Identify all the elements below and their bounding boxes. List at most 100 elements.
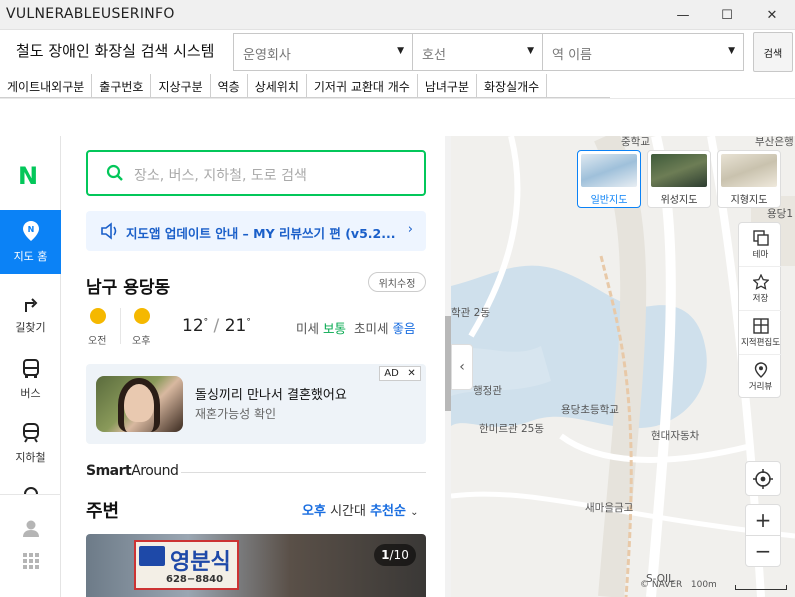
sidebar-item-map-home[interactable]: N 지도 홈 xyxy=(0,210,61,274)
tool-label: 거리뷰 xyxy=(748,382,773,392)
map-copyright: © NAVER 100m xyxy=(640,580,717,590)
cadastral-map-button[interactable]: 지적편집도 xyxy=(739,311,782,355)
user-icon[interactable] xyxy=(0,519,61,537)
naver-logo[interactable]: N xyxy=(18,162,38,190)
globe-icon[interactable] xyxy=(0,486,61,494)
app-title: 철도 장애인 화장실 검색 시스템 xyxy=(16,42,215,60)
sun-icon xyxy=(134,308,150,324)
map-type-terrain[interactable]: 지형지도 xyxy=(717,150,781,208)
theme-button[interactable]: 테마 xyxy=(739,223,782,267)
column-header[interactable]: 지상구분 xyxy=(151,74,211,98)
shop-sign-text: 영분식 xyxy=(170,550,231,575)
nearby-title: 주변 xyxy=(86,501,120,522)
search-button[interactable]: 검색 xyxy=(753,32,793,72)
results-area xyxy=(0,98,795,136)
tool-label: 지적편집도 xyxy=(740,337,781,348)
notice-text: 지도앱 업데이트 안내 – MY 리뷰쓰기 편 (v5.2... xyxy=(126,226,396,241)
dust-value: 보통 xyxy=(323,321,347,336)
nearby-photo[interactable]: 영분식 628−8840 1/10 xyxy=(86,534,426,597)
column-header[interactable]: 게이트내외구분 xyxy=(0,74,93,98)
crosshair-icon xyxy=(753,468,773,489)
station-select[interactable]: 역 이름 ▼ xyxy=(542,33,744,71)
am-label: 오전 xyxy=(88,336,107,347)
map-label: 한미르관 25동 xyxy=(479,423,544,435)
map-label: 부산은행 xyxy=(755,136,794,148)
dust-label: 미세 xyxy=(296,321,320,336)
my-location-button[interactable] xyxy=(745,461,781,496)
map-search-input[interactable]: 장소, 버스, 지하철, 도로 검색 xyxy=(86,150,426,196)
svg-text:N: N xyxy=(27,225,34,234)
minimize-button[interactable]: — xyxy=(660,0,706,30)
map-type-label: 지형지도 xyxy=(730,195,768,206)
column-header[interactable]: 역층 xyxy=(211,74,248,98)
save-button[interactable]: 저장 xyxy=(739,267,782,311)
fine-dust-label: 초미세 xyxy=(353,321,389,336)
station-placeholder: 역 이름 xyxy=(552,48,593,63)
section-divider xyxy=(181,472,426,473)
bus-icon xyxy=(22,359,39,378)
street-view-button[interactable]: 거리뷰 xyxy=(739,355,782,399)
degree-symbol: ° xyxy=(203,317,209,328)
edit-location-button[interactable]: 위치수정 xyxy=(368,272,426,292)
sidebar-item-label: 지도 홈 xyxy=(13,250,48,263)
operator-select[interactable]: 운영회사 ▼ xyxy=(233,33,413,71)
search-header: 철도 장애인 화장실 검색 시스템 운영회사 ▼ 호선 ▼ 역 이름 ▼ 검색 xyxy=(0,30,795,74)
nearby-time-filter[interactable]: 오후 시간대 추천순 ⌄ xyxy=(302,500,419,519)
photo-counter-total: /10 xyxy=(389,548,409,562)
line-placeholder: 호선 xyxy=(422,48,446,63)
subway-icon xyxy=(22,423,39,443)
temp-separator: / xyxy=(213,316,220,336)
map-tools: 테마 저장 지적편집도 거리뷰 xyxy=(738,222,782,399)
update-notice-banner[interactable]: 지도앱 업데이트 안내 – MY 리뷰쓰기 편 (v5.2... › xyxy=(86,211,426,251)
star-icon xyxy=(752,273,769,290)
scale-text: 100m xyxy=(690,580,717,590)
chevron-left-icon: ‹ xyxy=(459,359,465,375)
sidebar-item-label: 길찾기 xyxy=(15,321,46,334)
column-headers: 게이트내외구분 출구번호 지상구분 역층 상세위치 기저귀 교환대 개수 남녀구… xyxy=(0,74,610,98)
speaker-icon xyxy=(101,222,117,240)
column-header[interactable]: 출구번호 xyxy=(92,74,152,98)
ad-title: 돌싱끼리 만나서 결혼했어요 xyxy=(195,388,347,403)
map-pin-icon: N xyxy=(22,221,39,241)
fine-dust-value: 좋음 xyxy=(392,321,416,336)
map-type-thumbnail xyxy=(721,154,777,187)
zoom-in-button[interactable]: + xyxy=(745,504,781,536)
operator-placeholder: 운영회사 xyxy=(243,48,291,63)
column-header[interactable]: 상세위치 xyxy=(248,74,307,98)
cadastral-icon xyxy=(752,317,769,334)
smart-around-logo: SmartAround xyxy=(86,463,179,479)
map-label: 중학교 xyxy=(621,136,650,148)
ad-label: AD xyxy=(384,368,399,379)
photo-counter: 1/10 xyxy=(374,544,416,566)
search-placeholder: 장소, 버스, 지하철, 도로 검색 xyxy=(134,168,307,184)
close-button[interactable]: ✕ xyxy=(749,0,795,30)
naver-sidebar: N N 지도 홈 길찾기 버스 지하철 xyxy=(0,136,61,597)
sort-order: 추천순 xyxy=(370,504,406,519)
sun-icon xyxy=(90,308,106,324)
sidebar-item-bus[interactable]: 버스 xyxy=(0,348,61,412)
line-select[interactable]: 호선 ▼ xyxy=(412,33,543,71)
grid-menu-icon[interactable] xyxy=(0,553,61,569)
column-header[interactable]: 남녀구분 xyxy=(418,74,478,98)
sidebar-item-subway[interactable]: 지하철 xyxy=(0,412,61,476)
ad-banner[interactable]: 돌싱끼리 만나서 결혼했어요 재혼가능성 확인 AD ✕ xyxy=(86,364,426,444)
map-type-normal[interactable]: 일반지도 xyxy=(577,150,641,208)
window-titlebar: VULNERABLEUSERINFO — ☐ ✕ xyxy=(0,0,795,30)
weather-widget: 오전 오후 12° / 21° 미세 보통 초미세 좋음 xyxy=(86,306,426,356)
column-header[interactable]: 화장실개수 xyxy=(477,74,548,98)
close-icon[interactable]: ✕ xyxy=(407,368,415,379)
map-type-satellite[interactable]: 위성지도 xyxy=(647,150,711,208)
current-place: 남구 용당동 xyxy=(86,278,171,298)
pm-label: 오후 xyxy=(132,336,151,347)
location-pin-icon xyxy=(754,362,767,378)
window-title: VULNERABLEUSERINFO xyxy=(6,6,175,22)
sidebar-item-directions[interactable]: 길찾기 xyxy=(0,283,61,347)
chevron-down-icon: ▼ xyxy=(397,46,404,56)
chevron-down-icon: ⌄ xyxy=(410,507,419,518)
ad-tag[interactable]: AD ✕ xyxy=(379,366,421,381)
map-type-thumbnail xyxy=(651,154,707,187)
zoom-out-button[interactable]: − xyxy=(745,535,781,567)
collapse-panel-button[interactable]: ‹ xyxy=(451,344,473,390)
maximize-button[interactable]: ☐ xyxy=(704,0,750,30)
column-header[interactable]: 기저귀 교환대 개수 xyxy=(307,74,418,98)
